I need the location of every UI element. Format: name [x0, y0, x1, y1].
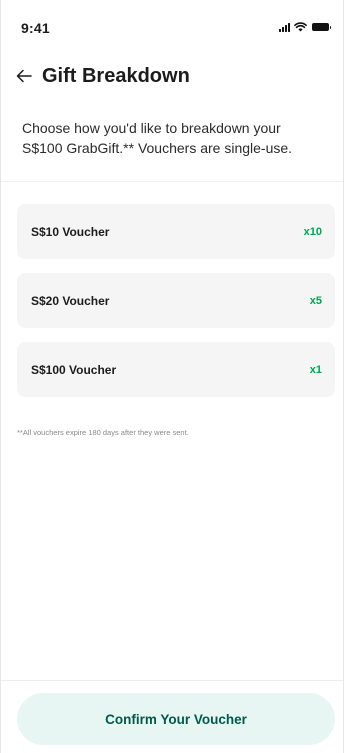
arrow-left-icon	[16, 69, 32, 83]
status-icons	[279, 22, 331, 32]
back-button[interactable]	[10, 62, 38, 90]
bottom-divider	[1, 680, 343, 681]
voucher-quantity: x1	[309, 363, 322, 376]
status-bar: 9:41	[1, 0, 343, 46]
voucher-option-20[interactable]: S$20 Voucher x5	[17, 273, 335, 328]
header: Gift Breakdown	[1, 58, 343, 94]
description-text: Choose how you'd like to breakdown your …	[22, 120, 293, 156]
status-time: 9:41	[21, 20, 50, 36]
voucher-option-10[interactable]: S$10 Voucher x10	[17, 204, 335, 259]
section-divider	[1, 181, 343, 182]
voucher-label: S$100 Voucher	[31, 362, 117, 377]
voucher-quantity: x10	[303, 225, 322, 238]
battery-icon	[312, 23, 331, 31]
page-title: Gift Breakdown	[42, 64, 190, 87]
voucher-option-100[interactable]: S$100 Voucher x1	[17, 342, 335, 397]
expiry-footnote: **All vouchers expire 180 days after the…	[17, 428, 189, 437]
confirm-voucher-button[interactable]: Confirm Your Voucher	[17, 693, 335, 745]
signal-icon	[279, 22, 290, 32]
wifi-icon	[294, 22, 307, 32]
phone-screen: 9:41 Gift Breakdown Choose how you'd lik…	[0, 0, 344, 753]
voucher-quantity: x5	[309, 294, 322, 307]
voucher-list: S$10 Voucher x10 S$20 Voucher x5 S$100 V…	[17, 204, 335, 411]
voucher-label: S$10 Voucher	[31, 224, 110, 239]
voucher-label: S$20 Voucher	[31, 293, 110, 308]
